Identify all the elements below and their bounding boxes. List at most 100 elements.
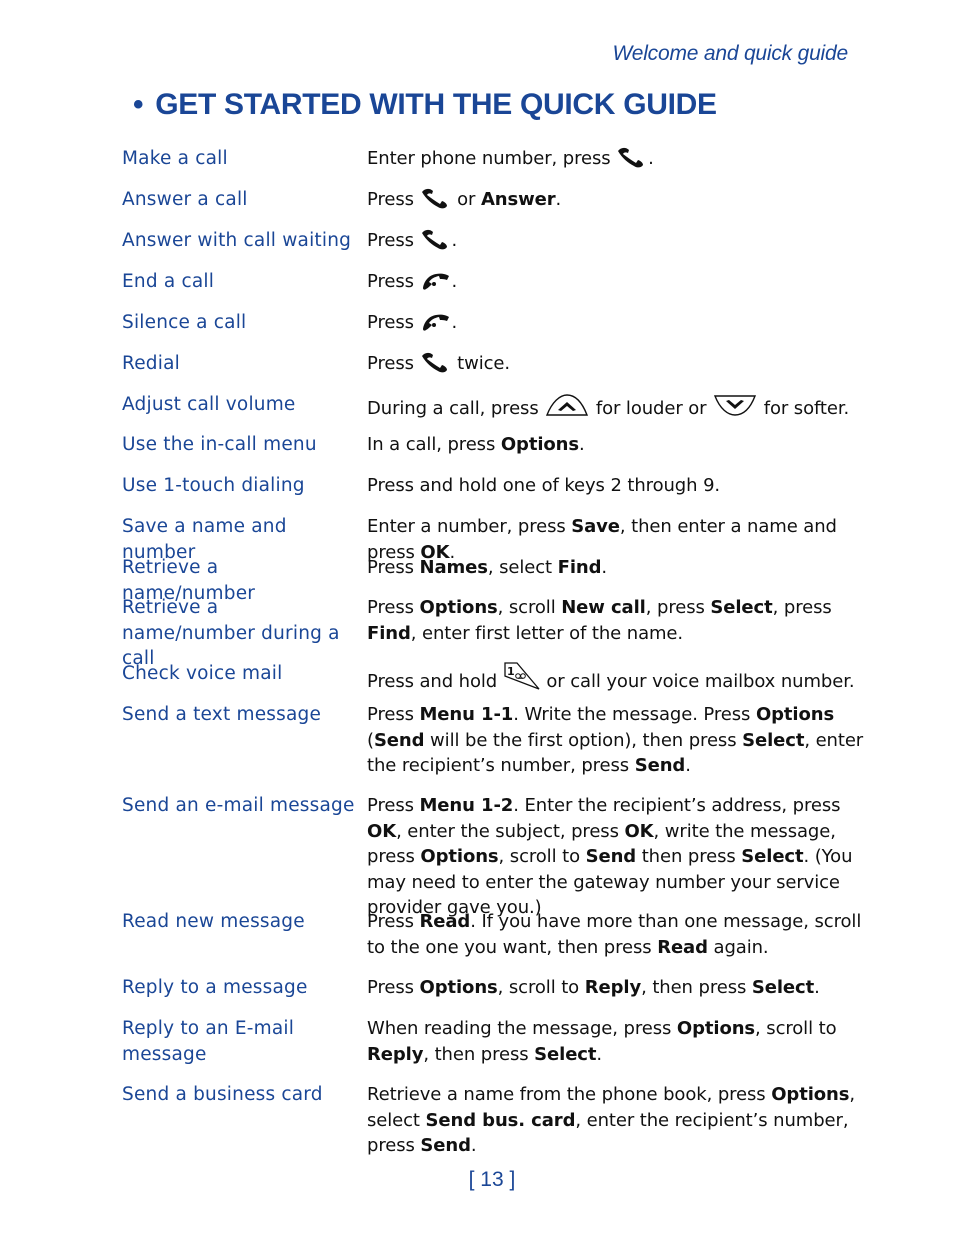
key-label: Answer bbox=[480, 189, 556, 210]
task-label: Answer with call waiting bbox=[122, 230, 352, 251]
scroll-up-key-icon bbox=[544, 392, 590, 418]
key-label: Menu 1-1 bbox=[419, 704, 514, 725]
key-label: Menu 1-2 bbox=[419, 795, 514, 816]
key-label: Send bbox=[585, 846, 637, 867]
instruction-text: or bbox=[451, 189, 481, 210]
phone-end-icon bbox=[420, 269, 452, 291]
instruction-text: Press and hold bbox=[367, 671, 503, 692]
instruction-text: , scroll to bbox=[498, 846, 586, 867]
instruction-text: . bbox=[470, 1135, 477, 1156]
instruction-text: , press bbox=[645, 597, 711, 618]
key-label: Options bbox=[500, 434, 580, 455]
instruction-text: Press bbox=[367, 271, 420, 292]
instruction-text: Press bbox=[367, 230, 420, 251]
key-label: Options bbox=[419, 597, 498, 618]
instruction-text: Enter a number, press bbox=[367, 516, 572, 537]
title-text: GET STARTED WITH THE QUICK GUIDE bbox=[155, 88, 717, 121]
instruction-text: , select bbox=[487, 557, 558, 578]
key-label: Select bbox=[751, 977, 815, 998]
task-instructions: Retrieve a name from the phone book, pre… bbox=[367, 1082, 867, 1159]
key-label: Find bbox=[557, 557, 602, 578]
task-instructions: Press Menu 1-2. Enter the recipient’s ad… bbox=[367, 793, 867, 921]
instruction-text: . bbox=[579, 434, 585, 455]
instruction-text: . Write the message. Press bbox=[513, 704, 756, 725]
scroll-down-key-icon bbox=[712, 392, 758, 418]
instruction-text: . bbox=[451, 230, 458, 251]
instruction-text: Enter phone number, press bbox=[367, 148, 617, 169]
instruction-text: Retrieve a name from the phone book, pre… bbox=[367, 1084, 772, 1105]
page-number: [ 13 ] bbox=[468, 1168, 516, 1191]
instruction-text: for softer. bbox=[758, 398, 850, 419]
task-instructions: Press . bbox=[367, 269, 867, 295]
task-label: End a call bbox=[122, 271, 215, 292]
key-label: Send bus. card bbox=[425, 1109, 576, 1131]
task-instructions: During a call, press for louder or for s… bbox=[367, 392, 867, 422]
instruction-text: , enter the subject, press bbox=[396, 820, 625, 842]
instruction-text: . bbox=[555, 189, 562, 210]
key-label: Send bbox=[634, 755, 686, 776]
task-instructions: Press Names, select Find. bbox=[367, 555, 867, 581]
task-label: Answer a call bbox=[122, 189, 248, 210]
task-label: Send a text message bbox=[122, 704, 322, 725]
key-label: Select bbox=[741, 846, 804, 867]
instruction-text: Press bbox=[367, 977, 420, 998]
task-instructions: Press Menu 1-1. Write the message. Press… bbox=[367, 702, 867, 779]
key-label: Find bbox=[367, 622, 411, 644]
key-label: Options bbox=[676, 1018, 756, 1039]
key-label: Options bbox=[420, 846, 499, 867]
key-label: Read bbox=[419, 911, 471, 932]
phone-send-icon bbox=[420, 228, 452, 250]
key-label: OK bbox=[624, 820, 654, 842]
instruction-text: In a call, press bbox=[367, 434, 501, 455]
instruction-text: , then press bbox=[423, 1043, 535, 1065]
key-label: Options bbox=[771, 1084, 850, 1105]
phone-send-icon bbox=[420, 187, 452, 209]
key-label: Options bbox=[419, 977, 498, 998]
key-label: Save bbox=[571, 516, 620, 537]
task-instructions: Enter phone number, press . bbox=[367, 146, 867, 172]
instruction-text: Press bbox=[367, 189, 420, 210]
task-instructions: Press . bbox=[367, 310, 867, 336]
instruction-text: ( bbox=[367, 729, 374, 751]
instruction-text: , press bbox=[772, 597, 832, 618]
instruction-text: . bbox=[596, 1043, 603, 1065]
task-label: Check voice mail bbox=[122, 663, 283, 684]
instruction-text: will be the first option), then press bbox=[424, 729, 743, 751]
instruction-text: twice. bbox=[451, 353, 510, 374]
instruction-text: . bbox=[814, 977, 820, 998]
instruction-text: . bbox=[648, 148, 654, 169]
instruction-text: , then press bbox=[641, 977, 752, 998]
key-label: Send bbox=[420, 1135, 471, 1156]
key-label: Reply bbox=[367, 1043, 424, 1065]
instruction-text: Press and hold one of keys 2 through 9. bbox=[367, 475, 721, 496]
instruction-text: Press bbox=[367, 597, 420, 618]
task-instructions: Press and hold 1 or call your voice mail… bbox=[367, 661, 867, 695]
key-label: Options bbox=[755, 704, 835, 725]
task-instructions: In a call, press Options. bbox=[367, 432, 867, 458]
task-label: Use 1-touch dialing bbox=[122, 475, 305, 496]
phone-end-icon bbox=[420, 310, 452, 332]
task-instructions: Press Read. If you have more than one me… bbox=[367, 909, 867, 960]
instruction-text: or call your voice mailbox number. bbox=[540, 671, 855, 692]
phone-send-icon bbox=[616, 146, 648, 168]
instruction-text: . Enter the recipient’s address, press bbox=[513, 795, 841, 816]
instruction-text: , scroll to bbox=[497, 977, 585, 998]
task-label: Adjust call volume bbox=[122, 394, 296, 415]
key-label: Reply bbox=[584, 977, 642, 998]
running-head: Welcome and quick guide bbox=[612, 42, 849, 65]
instruction-text: . bbox=[685, 755, 691, 776]
task-label: Read new message bbox=[122, 911, 305, 932]
key-label: Names bbox=[419, 557, 488, 578]
task-label: Redial bbox=[122, 353, 180, 374]
task-instructions: Press Options, scroll to Reply, then pre… bbox=[367, 975, 867, 1001]
task-label: Make a call bbox=[122, 148, 228, 169]
instruction-text: Press bbox=[367, 312, 420, 333]
instruction-text: , scroll bbox=[497, 597, 562, 618]
instruction-text: Press bbox=[367, 353, 420, 374]
page-title: • GET STARTED WITH THE QUICK GUIDE bbox=[133, 88, 717, 122]
instruction-text: for louder or bbox=[590, 398, 713, 419]
task-instructions: Press or Answer. bbox=[367, 187, 867, 213]
title-bullet: • bbox=[133, 88, 144, 121]
key-label: Select bbox=[534, 1043, 597, 1065]
task-label: Use the in-call menu bbox=[122, 434, 317, 455]
